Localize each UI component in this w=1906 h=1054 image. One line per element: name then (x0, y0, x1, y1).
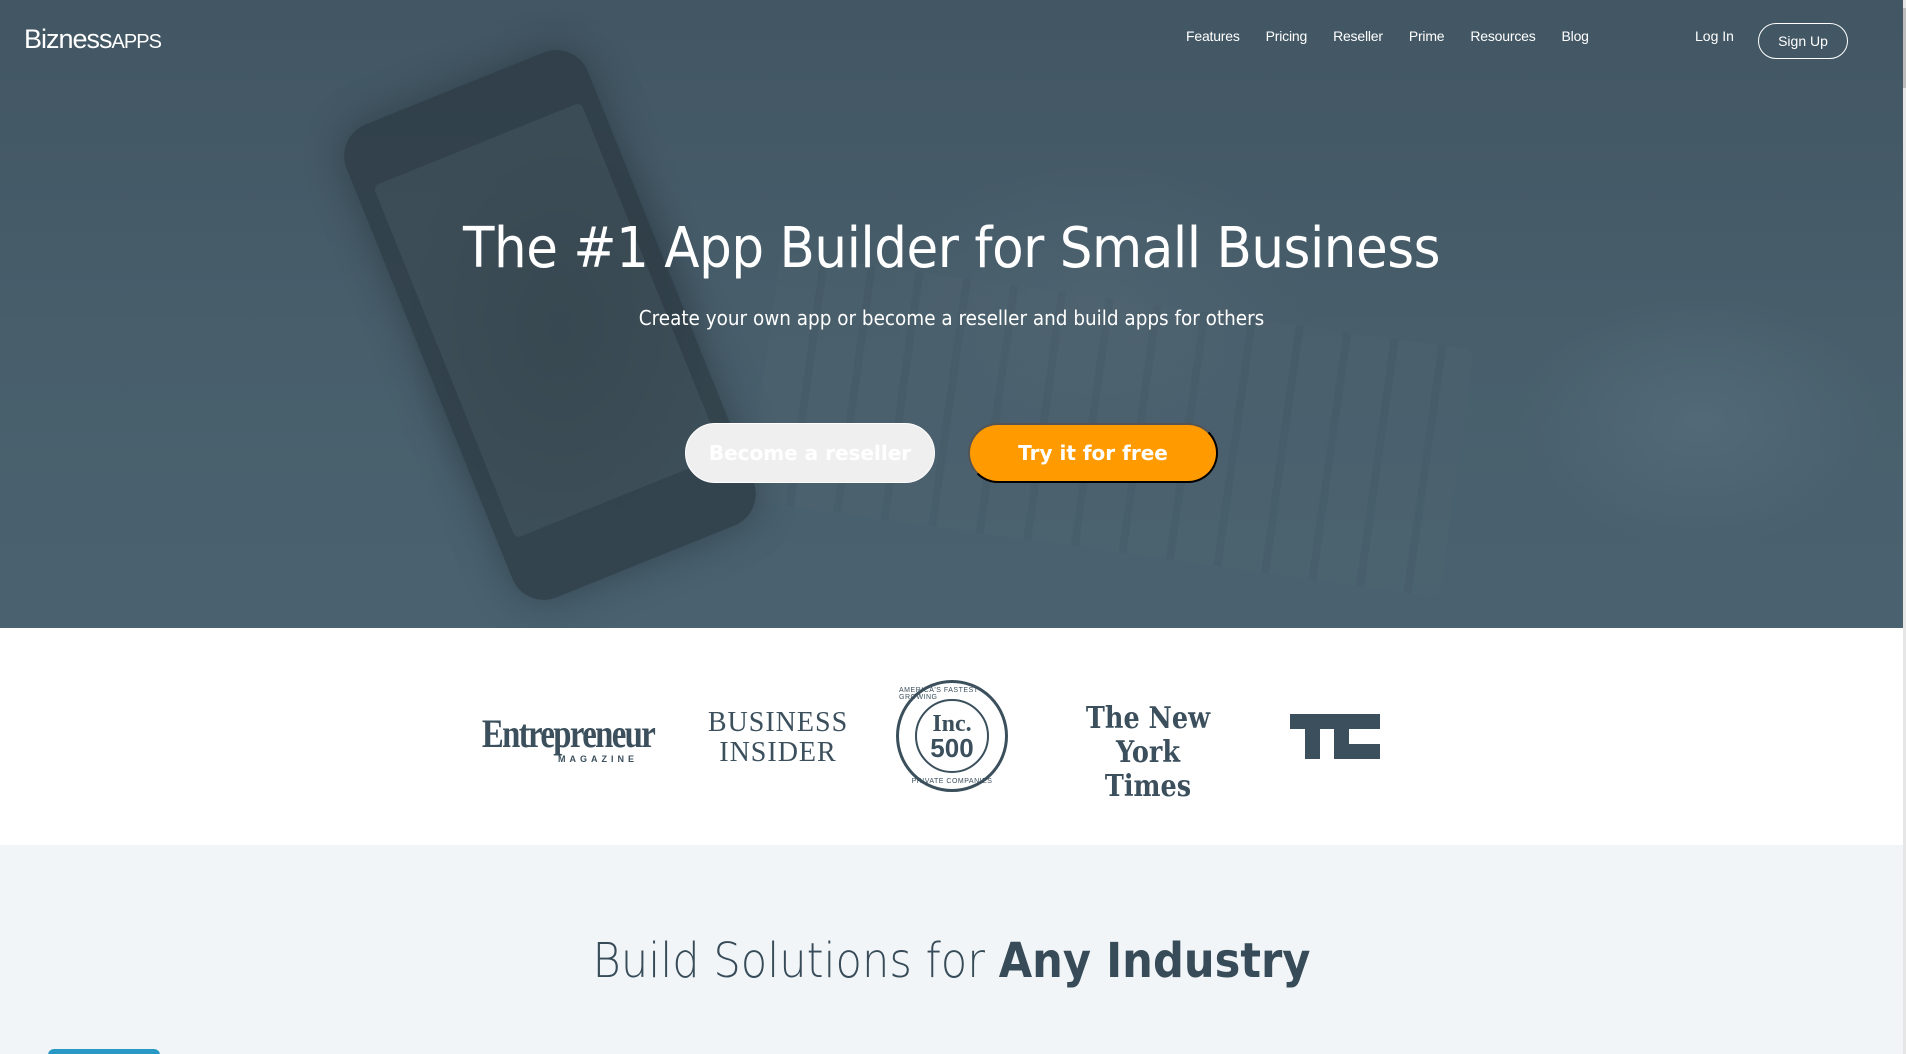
nyt-logo: The New York Times (1072, 702, 1225, 804)
bi-line2: INSIDER (719, 737, 837, 768)
hero-subtitle: Create your own app or become a reseller… (638, 306, 1265, 330)
logo-suffix: APPS (111, 31, 162, 53)
nav-link-prime[interactable]: Prime (1409, 28, 1445, 44)
bizness-apps-logo[interactable]: BiznessAPPS (24, 24, 162, 55)
inc-ring-bottom: PRIVATE COMPANIES (911, 778, 993, 785)
inc-500-logo: AMERICA'S FASTEST-GROWING Inc. 500 PRIVA… (896, 680, 1008, 792)
hero-title: The #1 App Builder for Small Business (463, 216, 1440, 281)
entrepreneur-logo: Entrepreneur MAGAZINE (473, 711, 663, 765)
top-navigation: BiznessAPPS Features Pricing Reseller Pr… (0, 0, 1903, 80)
industry-title-light: Build Solutions for (592, 933, 999, 989)
signup-button[interactable]: Sign Up (1758, 23, 1848, 59)
inc-badge-center: Inc. 500 (915, 699, 989, 773)
press-logos-section: Entrepreneur MAGAZINE BUSINESS INSIDER A… (0, 628, 1903, 845)
entrepreneur-wordmark: Entrepreneur (481, 711, 656, 756)
login-link[interactable]: Log In (1695, 28, 1734, 44)
nav-link-blog[interactable]: Blog (1562, 28, 1589, 44)
inc-line2: 500 (930, 733, 974, 763)
inc-ring-top: AMERICA'S FASTEST-GROWING (899, 687, 981, 701)
bi-line1: BUSINESS (707, 707, 849, 738)
become-reseller-button[interactable]: Become a reseller (685, 423, 935, 483)
try-free-button[interactable]: Try it for free (968, 423, 1218, 483)
industry-title: Build Solutions for Any Industry (95, 933, 1808, 989)
nav-link-resources[interactable]: Resources (1470, 28, 1535, 44)
industry-section: Build Solutions for Any Industry (0, 845, 1903, 1054)
industry-title-bold: Any Industry (998, 933, 1311, 989)
nyt-line2: Times (1104, 769, 1192, 804)
business-insider-logo: BUSINESS INSIDER (708, 708, 847, 768)
hero-section: BiznessAPPS Features Pricing Reseller Pr… (0, 0, 1903, 628)
logo-main: Bizness (24, 24, 113, 54)
nav-links: Features Pricing Reseller Prime Resource… (1186, 28, 1615, 44)
industry-tab[interactable] (48, 1049, 160, 1054)
nav-link-pricing[interactable]: Pricing (1266, 28, 1308, 44)
nav-link-reseller[interactable]: Reseller (1333, 28, 1383, 44)
nyt-line1: The New York (1085, 701, 1211, 770)
nav-link-features[interactable]: Features (1186, 28, 1240, 44)
techcrunch-logo (1290, 714, 1380, 759)
